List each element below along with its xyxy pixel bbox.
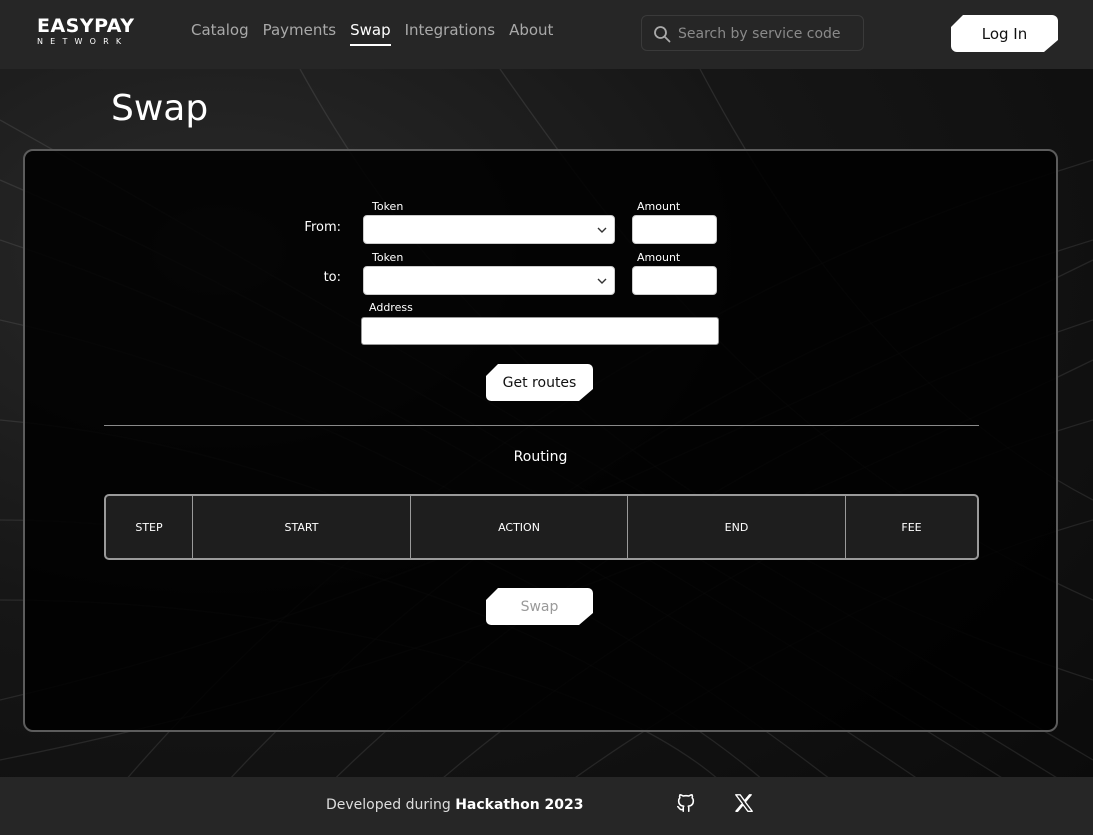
- search-input[interactable]: [678, 23, 858, 45]
- nav-item-integrations[interactable]: Integrations: [405, 20, 495, 46]
- footer: Developed during Hackathon 2023: [0, 777, 1093, 835]
- from-amount-input[interactable]: [632, 215, 717, 244]
- to-amount-label: Amount: [637, 251, 681, 264]
- easypay-logo[interactable]: EASYPAY NETWORK: [37, 16, 137, 47]
- address-label: Address: [369, 301, 413, 314]
- from-label: From:: [304, 220, 341, 235]
- x-twitter-icon[interactable]: [733, 792, 755, 814]
- to-amount-input[interactable]: [632, 266, 717, 295]
- from-amount-label: Amount: [637, 200, 681, 213]
- column-header-end: END: [628, 496, 846, 558]
- nav-item-catalog[interactable]: Catalog: [191, 20, 249, 46]
- footer-credit-event: Hackathon 2023: [455, 797, 584, 813]
- main-nav: Catalog Payments Swap Integrations About: [191, 20, 567, 46]
- logo-sub-text: NETWORK: [37, 37, 129, 46]
- nav-item-payments[interactable]: Payments: [263, 20, 336, 46]
- login-button[interactable]: Log In: [951, 15, 1058, 52]
- footer-credit-prefix: Developed during: [326, 797, 451, 813]
- column-header-start: START: [193, 496, 411, 558]
- logo-main-text: EASYPAY: [37, 15, 135, 37]
- to-token-select[interactable]: [363, 266, 615, 295]
- to-label: to:: [323, 270, 341, 285]
- routing-table: STEP START ACTION END FEE: [104, 494, 979, 560]
- get-routes-button[interactable]: Get routes: [486, 364, 593, 401]
- column-header-fee: FEE: [901, 520, 922, 534]
- from-token-label: Token: [372, 200, 404, 213]
- from-token-select[interactable]: [363, 215, 615, 244]
- nav-item-swap[interactable]: Swap: [350, 20, 391, 46]
- column-header-action: ACTION: [411, 496, 628, 558]
- nav-item-about[interactable]: About: [509, 20, 553, 46]
- column-header-step: STEP: [106, 496, 193, 558]
- chevron-down-icon: [597, 278, 607, 284]
- search-icon: [654, 26, 671, 43]
- section-divider: [104, 425, 979, 426]
- top-navbar: EASYPAY NETWORK Catalog Payments Swap In…: [0, 0, 1093, 69]
- to-token-label: Token: [372, 251, 404, 264]
- chevron-down-icon: [597, 227, 607, 233]
- search-box: [641, 15, 864, 51]
- swap-button[interactable]: Swap: [486, 588, 593, 625]
- github-icon[interactable]: [675, 792, 697, 814]
- page-title: Swap: [111, 88, 209, 129]
- address-input[interactable]: [361, 317, 719, 345]
- footer-credit: Developed during Hackathon 2023: [326, 797, 584, 813]
- swap-panel: From: Token Amount to: Token Amount Addr…: [23, 149, 1058, 732]
- routing-title: Routing: [513, 449, 568, 465]
